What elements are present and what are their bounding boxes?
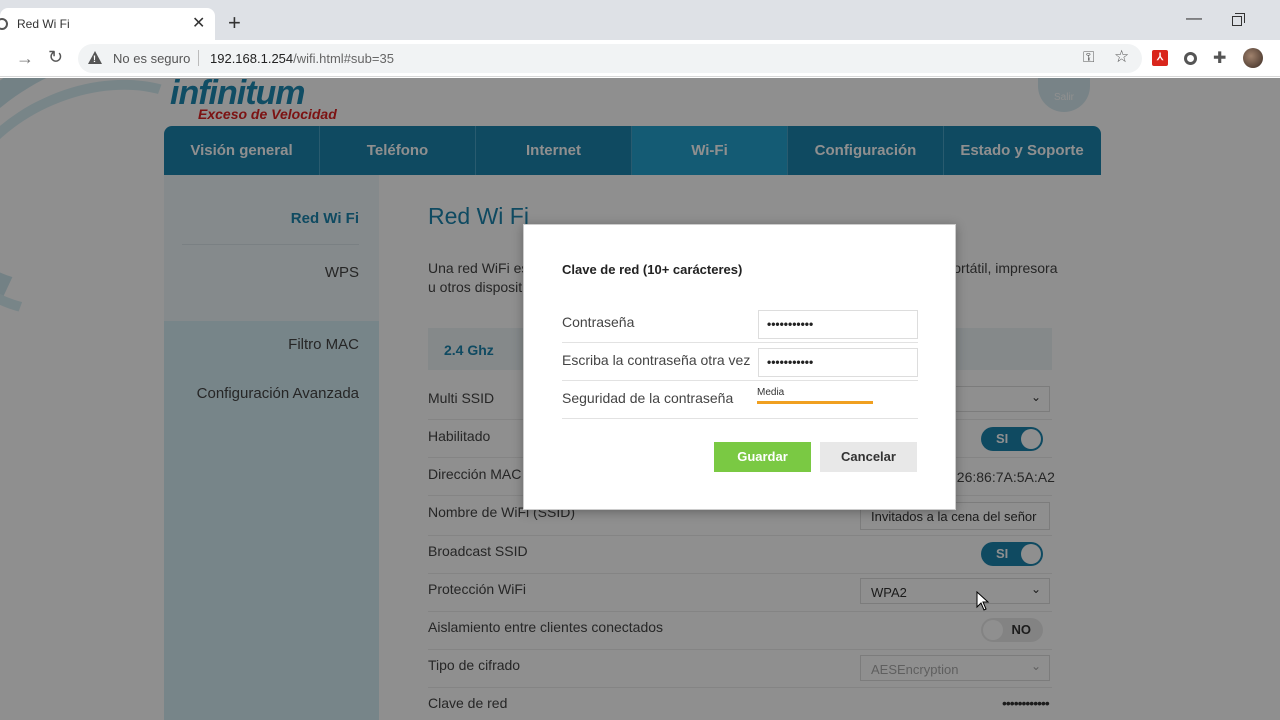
close-icon[interactable]: ✕ [192, 13, 205, 33]
profile-avatar[interactable] [1243, 48, 1263, 68]
url-text[interactable]: 192.168.1.254/wifi.html#sub=35 [210, 51, 394, 66]
restore-button[interactable] [1232, 13, 1245, 26]
pdf-extension-icon[interactable]: ⅄ [1152, 50, 1168, 66]
dialog-divider [562, 380, 918, 381]
browser-top-bar [0, 0, 1280, 8]
url-divider [198, 50, 199, 66]
extension-circle-icon[interactable] [1184, 52, 1197, 65]
key-icon[interactable]: ⚿ [1083, 49, 1094, 66]
confirm-password-field[interactable]: ••••••••••• [758, 348, 918, 377]
new-tab-button[interactable]: + [228, 10, 241, 36]
strength-meter [757, 401, 873, 404]
url-path: /wifi.html#sub=35 [293, 51, 394, 66]
security-indicator[interactable]: No es seguro [113, 51, 190, 66]
browser-tab[interactable]: Red Wi Fi ✕ [0, 8, 215, 40]
star-icon[interactable]: ☆ [1114, 47, 1129, 67]
forward-icon[interactable]: → [16, 48, 34, 69]
password-field[interactable]: ••••••••••• [758, 310, 918, 339]
strength-text: Media [757, 387, 785, 398]
save-button[interactable]: Guardar [714, 442, 811, 472]
confirm-password-label: Escriba la contraseña otra vez [562, 352, 751, 368]
password-dialog: Clave de red (10+ carácteres) Contraseña… [523, 224, 956, 510]
cancel-button[interactable]: Cancelar [820, 442, 917, 472]
mouse-cursor-icon [976, 591, 990, 611]
globe-icon [0, 18, 8, 30]
password-label: Contraseña [562, 314, 635, 330]
dialog-title: Clave de red (10+ carácteres) [562, 262, 743, 277]
strength-label: Seguridad de la contraseña [562, 390, 734, 406]
minimize-button[interactable]: — [1186, 10, 1202, 28]
tab-title: Red Wi Fi [17, 17, 70, 31]
tab-strip: Red Wi Fi ✕ + — [0, 8, 1280, 40]
warning-icon [88, 51, 102, 64]
dialog-divider [562, 418, 918, 419]
browser-toolbar: → ↻ No es seguro 192.168.1.254/wifi.html… [0, 40, 1280, 77]
url-host: 192.168.1.254 [210, 51, 294, 66]
strength-meter-fill [757, 401, 873, 404]
dialog-divider [562, 342, 918, 343]
puzzle-icon[interactable]: ✚ [1213, 48, 1226, 68]
reload-icon[interactable]: ↻ [48, 47, 63, 68]
address-bar[interactable]: No es seguro 192.168.1.254/wifi.html#sub… [78, 44, 1142, 73]
